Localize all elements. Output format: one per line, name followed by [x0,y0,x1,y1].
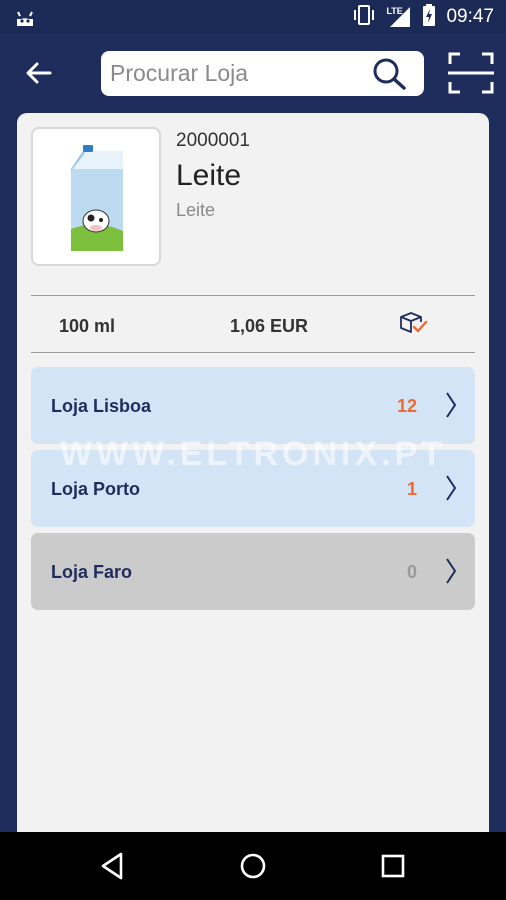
product-info-row: 100 ml 1,06 EUR [31,297,475,353]
nav-recents-icon[interactable] [375,848,411,884]
store-stock-count: 1 [406,479,417,499]
system-nav-bar [0,832,506,900]
chevron-right-icon [446,558,457,584]
search-box [101,51,424,96]
product-category: Leite [176,200,216,220]
vibrate-icon [352,4,376,30]
product-image [31,127,161,266]
store-name: Loja Lisboa [51,396,152,416]
battery-icon [422,3,436,31]
store-stock-count: 0 [406,562,417,582]
search-icon[interactable] [372,57,408,91]
search-input[interactable] [110,51,370,96]
chevron-right-icon [446,392,457,418]
network-label: LTE [386,6,403,16]
product-quantity: 100 ml [59,316,116,336]
status-bar: LTE 09:47 [0,0,506,34]
chevron-right-icon [446,475,457,501]
app-bar [0,34,506,114]
divider [31,352,475,353]
divider [31,295,475,296]
clock: 09:47 [446,6,494,27]
nav-home-icon[interactable] [235,848,271,884]
store-name: Loja Faro [51,562,133,582]
store-item-faro[interactable]: Loja Faro 0 [31,533,475,610]
store-stock-count: 12 [396,396,417,416]
android-icon [14,7,36,32]
product-card: 2000001 Leite Leite 100 ml 1,06 EUR Loja… [17,113,489,833]
product-price: 1,06 EUR [230,316,309,336]
store-item-lisboa[interactable]: Loja Lisboa 12 [31,367,475,444]
nav-back-icon[interactable] [95,848,131,884]
back-arrow-icon [26,62,52,84]
back-button[interactable] [22,56,56,90]
box-check-icon[interactable] [398,310,428,336]
product-code: 2000001 [176,130,250,151]
store-item-porto[interactable]: Loja Porto 1 [31,450,475,527]
scan-icon[interactable] [448,52,494,94]
product-name: Leite [176,159,242,192]
signal-icon: LTE [386,6,412,28]
store-name: Loja Porto [51,479,140,499]
